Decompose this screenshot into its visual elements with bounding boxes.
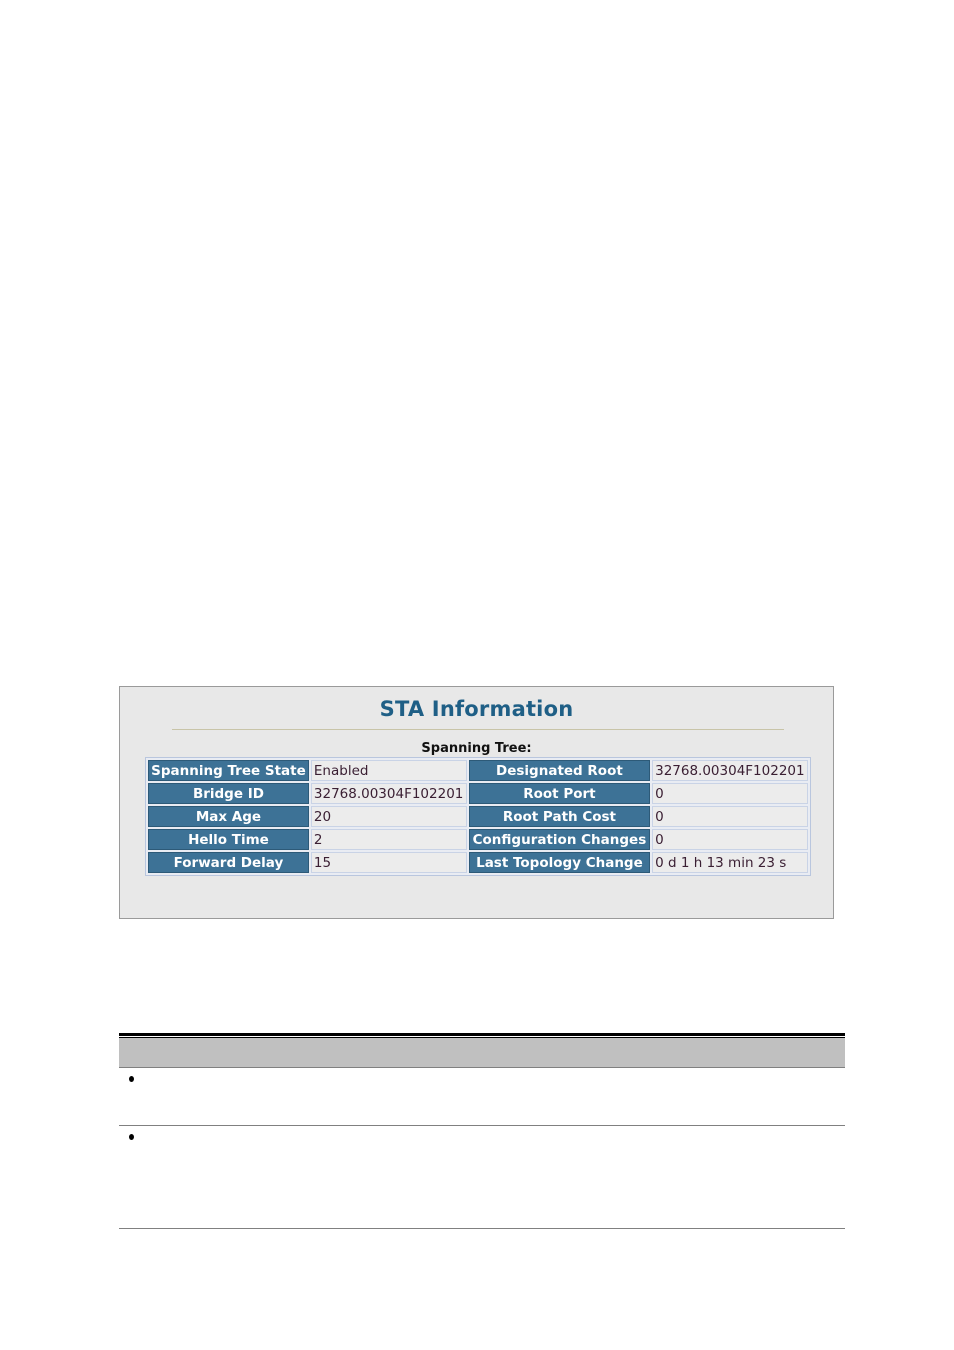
label-spanning-tree-state: Spanning Tree State [148, 760, 309, 781]
label-hello-time: Hello Time [148, 829, 309, 850]
value-spanning-tree-state: Enabled [310, 760, 467, 781]
label-designated-root: Designated Root [468, 760, 651, 781]
bullet-icon [129, 1076, 134, 1082]
value-configuration-changes: 0 [652, 829, 808, 850]
panel-title: STA Information [379, 697, 574, 721]
label-root-port: Root Port [468, 783, 651, 804]
table-row: Bridge ID 32768.00304F102201 Root Port 0 [148, 783, 808, 804]
value-bridge-id: 32768.00304F102201 [310, 783, 467, 804]
label-max-age: Max Age [148, 806, 309, 827]
table-top-rule [119, 1033, 845, 1036]
value-forward-delay: 15 [310, 852, 467, 873]
table-row: Forward Delay 15 Last Topology Change 0 … [148, 852, 808, 873]
label-configuration-changes: Configuration Changes [468, 829, 651, 850]
title-divider [172, 729, 784, 730]
bullet-icon [129, 1134, 134, 1140]
label-last-topology-change: Last Topology Change [468, 852, 651, 873]
section-subtitle: Spanning Tree: [421, 741, 532, 756]
value-max-age: 20 [310, 806, 467, 827]
description-table [119, 1033, 845, 1229]
description-row [119, 1068, 845, 1126]
description-table-header [119, 1038, 845, 1068]
table-row: Spanning Tree State Enabled Designated R… [148, 760, 808, 781]
label-bridge-id: Bridge ID [148, 783, 309, 804]
label-forward-delay: Forward Delay [148, 852, 309, 873]
label-root-path-cost: Root Path Cost [468, 806, 651, 827]
description-row [119, 1126, 845, 1229]
sta-info-table: Spanning Tree State Enabled Designated R… [145, 757, 811, 876]
value-last-topology-change: 0 d 1 h 13 min 23 s [652, 852, 808, 873]
table-row: Max Age 20 Root Path Cost 0 [148, 806, 808, 827]
value-hello-time: 2 [310, 829, 467, 850]
value-designated-root: 32768.00304F102201 [652, 760, 808, 781]
value-root-port: 0 [652, 783, 808, 804]
sta-information-panel: STA Information Spanning Tree: Spanning … [119, 686, 834, 919]
value-root-path-cost: 0 [652, 806, 808, 827]
table-row: Hello Time 2 Configuration Changes 0 [148, 829, 808, 850]
